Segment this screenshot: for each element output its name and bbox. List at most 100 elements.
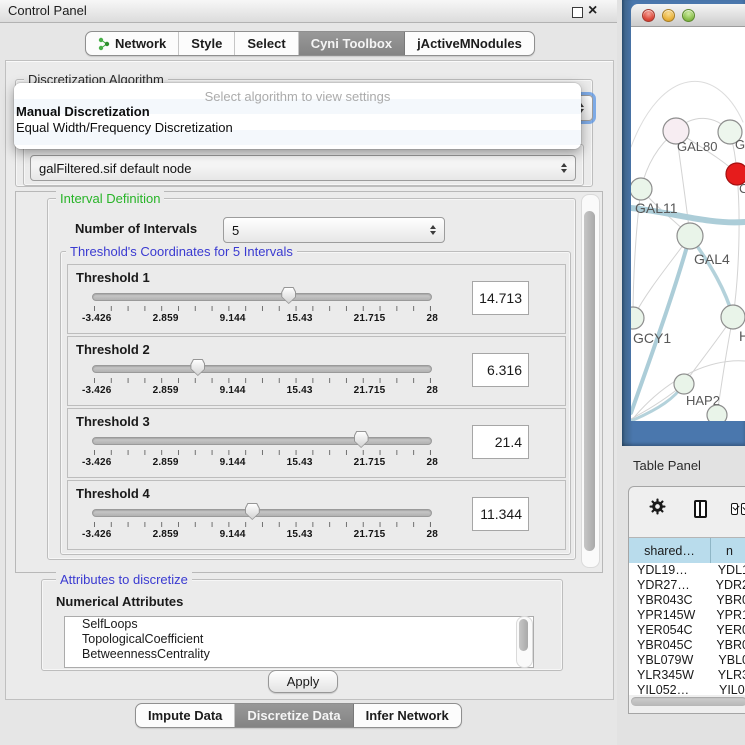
- slider-thumb-icon[interactable]: [245, 503, 260, 520]
- threshold-value-field[interactable]: 14.713: [472, 281, 529, 315]
- threshold-value-field[interactable]: 21.4: [472, 425, 529, 459]
- threshold-label: Threshold 4: [76, 486, 150, 501]
- slider-track[interactable]: [92, 293, 432, 301]
- thresholds-group-title: Threshold's Coordinates for 5 Intervals: [66, 244, 297, 259]
- control-panel-tabs: Network Style Select Cyni Toolbox jActiv…: [85, 31, 535, 56]
- slider-track[interactable]: [92, 509, 432, 517]
- slider-scale: -3.426 2.859 9.144 15.43 21.715 28: [82, 313, 438, 324]
- table-row[interactable]: YLR345W YLR3: [629, 668, 745, 683]
- svg-text:CY: CY: [739, 181, 745, 196]
- tab-style[interactable]: Style: [179, 32, 235, 55]
- threshold-value-field[interactable]: 6.316: [472, 353, 529, 387]
- table-row[interactable]: YBL079W YBL0: [629, 653, 745, 668]
- tab-infer-network[interactable]: Infer Network: [354, 704, 461, 727]
- number-of-intervals-value: 5: [232, 223, 239, 238]
- threshold-list: Threshold 1 -3.426 2.859 9.144: [61, 264, 566, 552]
- combo-arrows-icon: [430, 225, 436, 235]
- svg-text:GA: GA: [735, 137, 745, 152]
- settings-scrollpane: Interval Definition Number of Intervals …: [15, 191, 603, 573]
- select-none-checkbox-icon[interactable]: [741, 503, 745, 515]
- network-view-window: GAL80GACYGAL11GAL4GCY1HHAP2: [622, 0, 745, 446]
- columns-icon[interactable]: [694, 500, 707, 518]
- svg-text:GAL4: GAL4: [694, 251, 730, 267]
- apply-button[interactable]: Apply: [268, 670, 338, 693]
- control-panel-titlebar: Control Panel ×: [0, 0, 617, 23]
- cyni-mode-tabs: Impute Data Discretize Data Infer Networ…: [135, 703, 462, 728]
- tab-network[interactable]: Network: [86, 32, 179, 55]
- algorithm-option-manual[interactable]: Manual Discretization: [14, 104, 581, 120]
- threshold-panel: Threshold 3 -3.426 2.859 9.144: [67, 408, 566, 478]
- window-title: Control Panel: [8, 3, 87, 18]
- slider-track[interactable]: [92, 437, 432, 445]
- table-horizontal-scrollbar[interactable]: [631, 697, 745, 706]
- attributes-scrollbar[interactable]: [516, 616, 533, 668]
- thresholds-group: Threshold's Coordinates for 5 Intervals …: [60, 251, 571, 555]
- close-icon[interactable]: ×: [588, 0, 597, 22]
- number-of-intervals-combo[interactable]: 5: [223, 217, 445, 243]
- network-svg: GAL80GACYGAL11GAL4GCY1HHAP2: [631, 27, 745, 421]
- threshold-panel: Threshold 1 -3.426 2.859 9.144: [67, 264, 566, 334]
- slider-scale: -3.426 2.859 9.144 15.43 21.715 28: [82, 457, 438, 468]
- table-row[interactable]: YER054C YER0: [629, 623, 745, 638]
- slider-track[interactable]: [92, 365, 432, 373]
- tab-discretize-data[interactable]: Discretize Data: [235, 704, 353, 727]
- threshold-slider[interactable]: -3.426 2.859 9.144 15.43 21.715 28: [92, 503, 432, 547]
- tab-jactivemnodules[interactable]: jActiveMNodules: [405, 32, 534, 55]
- algorithm-option-equal-width[interactable]: Equal Width/Frequency Discretization: [14, 120, 581, 136]
- table-row[interactable]: YDL19… YDL1: [629, 563, 745, 578]
- attributes-group: Attributes to discretize Numerical Attri…: [41, 579, 563, 671]
- tab-impute-data[interactable]: Impute Data: [136, 704, 235, 727]
- select-all-checkbox-icon[interactable]: [731, 503, 739, 515]
- table-data-group: Table Data galFiltered.sif default node: [23, 144, 584, 186]
- column-header-name[interactable]: n: [711, 538, 745, 563]
- threshold-slider[interactable]: -3.426 2.859 9.144 15.43 21.715 28: [92, 287, 432, 331]
- threshold-panel: Threshold 2 -3.426 2.859 9.144: [67, 336, 566, 406]
- slider-scale: -3.426 2.859 9.144 15.43 21.715 28: [82, 529, 438, 540]
- tab-network-label: Network: [115, 36, 166, 51]
- table-data-combo[interactable]: galFiltered.sif default node: [30, 155, 576, 181]
- column-header-shared-name[interactable]: shared…: [629, 538, 711, 563]
- network-canvas[interactable]: GAL80GACYGAL11GAL4GCY1HHAP2: [631, 27, 745, 421]
- threshold-slider[interactable]: -3.426 2.859 9.144 15.43 21.715 28: [92, 359, 432, 403]
- table-row[interactable]: YBR045C YBR0: [629, 638, 745, 653]
- network-icon: [98, 37, 110, 51]
- table-rows: YDL19… YDL1 YDR27… YDR2 YBR043C YBR0: [629, 563, 745, 695]
- zoom-traffic-light-icon[interactable]: [682, 9, 695, 22]
- attribute-list-item[interactable]: SelfLoops: [65, 617, 533, 632]
- number-of-intervals-label: Number of Intervals: [75, 221, 197, 236]
- svg-text:GCY1: GCY1: [633, 330, 671, 346]
- algorithm-prompt: Select algorithm to view settings: [14, 83, 581, 104]
- attribute-list-item[interactable]: BetweennessCentrality: [65, 647, 533, 662]
- slider-ticks: [94, 450, 431, 455]
- minimize-traffic-light-icon[interactable]: [662, 9, 675, 22]
- threshold-label: Threshold 3: [76, 414, 150, 429]
- attribute-list-item[interactable]: TopologicalCoefficient: [65, 632, 533, 647]
- slider-thumb-icon[interactable]: [190, 359, 205, 376]
- tab-select[interactable]: Select: [235, 32, 298, 55]
- attributes-group-title: Attributes to discretize: [56, 572, 192, 587]
- slider-scale: -3.426 2.859 9.144 15.43 21.715 28: [82, 385, 438, 396]
- table-row[interactable]: YDR27… YDR2: [629, 578, 745, 593]
- interval-definition-group: Interval Definition Number of Intervals …: [47, 198, 576, 560]
- numerical-attributes-list: SelfLoopsTopologicalCoefficientBetweenne…: [64, 616, 534, 668]
- table-row[interactable]: YIL052… YIL0: [629, 683, 745, 695]
- table-row[interactable]: YPR145W YPR1: [629, 608, 745, 623]
- slider-ticks: [94, 306, 431, 311]
- settings-scrollbar-thumb[interactable]: [584, 211, 595, 551]
- attributes-scrollbar-thumb[interactable]: [519, 619, 528, 651]
- tab-cyni-toolbox[interactable]: Cyni Toolbox: [299, 32, 405, 55]
- threshold-slider[interactable]: -3.426 2.859 9.144 15.43 21.715 28: [92, 431, 432, 475]
- float-icon[interactable]: [572, 7, 583, 18]
- table-settings-button[interactable]: [649, 498, 666, 520]
- table-header: shared… n: [629, 537, 745, 564]
- threshold-value-field[interactable]: 11.344: [472, 497, 529, 531]
- close-traffic-light-icon[interactable]: [642, 9, 655, 22]
- settings-scrollbar[interactable]: [581, 194, 600, 568]
- table-data-value: galFiltered.sif default node: [39, 161, 191, 176]
- slider-thumb-icon[interactable]: [281, 287, 296, 304]
- table-row[interactable]: YBR043C YBR0: [629, 593, 745, 608]
- numerical-attributes-label: Numerical Attributes: [56, 594, 183, 609]
- interval-definition-title: Interval Definition: [56, 191, 164, 206]
- gear-icon: [649, 498, 666, 515]
- slider-thumb-icon[interactable]: [354, 431, 369, 448]
